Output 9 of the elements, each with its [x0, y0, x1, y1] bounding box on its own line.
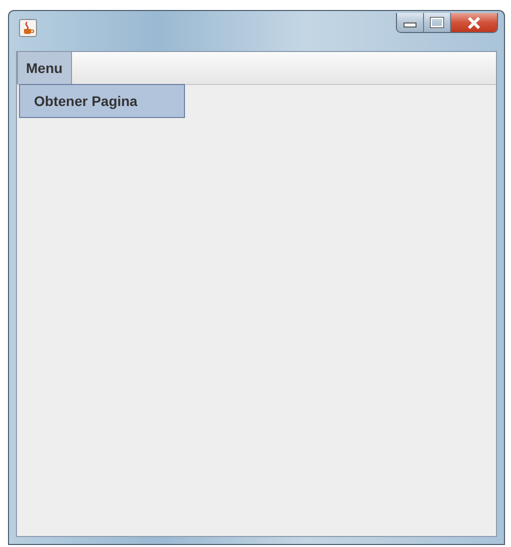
- maximize-icon: [430, 17, 444, 28]
- java-cup-icon: [19, 19, 37, 37]
- minimize-icon: [403, 22, 417, 28]
- menu-item[interactable]: Obtener Pagina: [20, 85, 184, 117]
- menu-tab[interactable]: Menu: [17, 52, 72, 84]
- maximize-button[interactable]: [424, 13, 451, 32]
- close-button[interactable]: [451, 13, 497, 32]
- minimize-button[interactable]: [397, 13, 424, 32]
- close-icon: [467, 16, 481, 28]
